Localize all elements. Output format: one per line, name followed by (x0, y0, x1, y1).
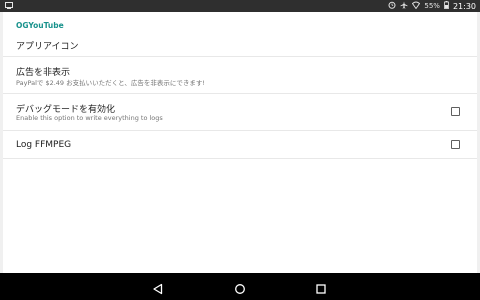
battery-percent: 55% (424, 2, 440, 10)
recents-icon[interactable] (315, 280, 327, 299)
screenshot-icon (5, 2, 13, 11)
navigation-bar (0, 273, 480, 300)
log-ffmpeg-checkbox[interactable] (451, 140, 460, 149)
pref-title: アプリアイコン (16, 42, 79, 52)
home-icon[interactable] (234, 280, 246, 299)
pref-summary: Enable this option to write everything t… (16, 114, 163, 122)
alarm-icon (388, 1, 396, 11)
preferences-list: OGYouTube アプリアイコン 広告を非表示 PayPalで $2.49 お… (3, 12, 477, 273)
pref-app-icon[interactable]: アプリアイコン (3, 31, 477, 57)
back-icon[interactable] (152, 280, 164, 299)
clock: 21:30 (452, 1, 476, 11)
category-title: OGYouTube (16, 21, 64, 30)
pref-summary: PayPalで $2.49 お支払いいただくと、広告を非表示にできます! (16, 79, 205, 87)
pref-hide-ads[interactable]: 広告を非表示 PayPalで $2.49 お支払いいただくと、広告を非表示にでき… (3, 57, 477, 94)
wifi-icon (412, 1, 421, 11)
airplane-mode-icon (400, 1, 408, 11)
pref-debug-mode[interactable]: デバッグモードを有効化 Enable this option to write … (3, 94, 477, 131)
pref-log-ffmpeg[interactable]: Log FFMPEG (3, 131, 477, 159)
battery-icon (444, 1, 449, 11)
pref-title: Log FFMPEG (16, 140, 72, 150)
debug-mode-checkbox[interactable] (451, 107, 460, 116)
status-bar: 55% 21:30 (0, 0, 480, 12)
